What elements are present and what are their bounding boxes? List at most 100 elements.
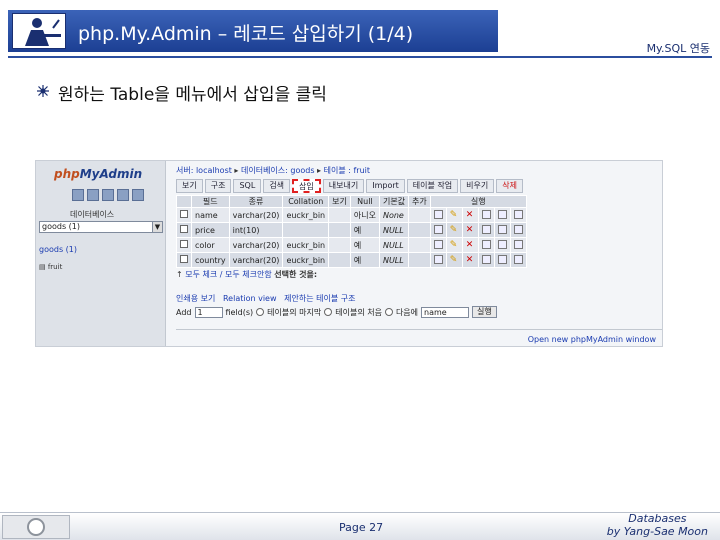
relation-view-link[interactable]: Relation view [223,294,277,303]
db-select[interactable]: goods (1) ▼ [39,221,163,233]
edit-icon[interactable]: ✎ [450,241,459,250]
delete-icon[interactable]: ✕ [466,226,475,235]
row-checkbox[interactable] [180,255,188,263]
after-radio[interactable] [384,308,393,316]
tab-empty[interactable]: 비우기 [460,179,495,193]
add-count-input[interactable]: 1 [194,306,223,318]
chevron-down-icon: ▼ [152,222,162,232]
after-field-select[interactable]: name [421,306,470,318]
col-default: 기본값 [378,195,410,208]
at-start-radio[interactable] [324,308,333,316]
edit-icon[interactable]: ✎ [450,256,459,265]
delete-icon[interactable]: ✕ [466,241,475,250]
page-number: Page 27 [339,521,384,534]
browse-icon[interactable] [433,224,443,234]
tab-bar: 보기 구조 SQL 검색 삽입 내보내기 Import 테이블 작업 비우기 삭… [176,179,523,193]
table-row: name varchar(20) euckr_bin 아니오 None ✎ ✕ [176,207,527,223]
check-all-link[interactable]: 모두 체크 / 모두 체크안함 [185,270,271,279]
breadcrumb: 서버: localhost ▸ 데이터베이스: goods ▸ 테이블 : fr… [176,166,371,175]
delete-icon[interactable]: ✕ [466,211,475,220]
row-checkbox[interactable] [180,225,188,233]
tab-search[interactable]: 검색 [263,179,291,193]
table-link[interactable]: ▤ fruit [39,263,62,271]
university-logo [2,515,70,539]
sql-icon[interactable] [87,189,99,201]
tab-operations[interactable]: 테이블 작업 [406,179,459,193]
slide-title-bar: php.My.Admin – 레코드 삽입하기 (1/4) [8,10,498,52]
col-type: 종류 [228,195,284,208]
index-icon[interactable] [513,209,523,219]
table-row: color varchar(20) euckr_bin 예 NULL ✎ ✕ [176,237,527,253]
bullet-item: 원하는 Table을 메뉴에서 삽입을 클릭 [36,80,327,105]
row-checkbox[interactable] [180,210,188,218]
tab-export[interactable]: 내보내기 [322,179,365,193]
check-all-row: ↑ 모두 체크 / 모두 체크안함 선택한 것을: [176,270,318,279]
bullet-text: 원하는 Table을 메뉴에서 삽입을 클릭 [58,85,327,105]
table-row: price int(10) 예 NULL ✎ ✕ [176,222,527,238]
tab-sql[interactable]: SQL [233,179,262,193]
slide-logo [12,13,66,49]
go-button[interactable]: 실행 [472,306,497,318]
index-icon[interactable] [513,224,523,234]
col-attributes: 보기 [328,195,351,208]
home-icon[interactable] [72,189,84,201]
open-new-window-link[interactable]: Open new phpMyAdmin window [528,335,656,344]
index-icon[interactable] [513,254,523,264]
col-null: Null [349,195,380,208]
tab-import[interactable]: Import [366,179,405,193]
course-label: Databases by Yang-Sae Moon [606,512,708,538]
col-collation: Collation [282,195,330,208]
browse-icon[interactable] [433,254,443,264]
unique-icon[interactable] [497,209,507,219]
browse-icon[interactable] [433,239,443,249]
index-icon[interactable] [513,239,523,249]
add-label: Add [176,307,192,317]
primary-key-icon[interactable] [481,224,491,234]
add-field-row: Add 1 field(s) 테이블의 마지막 테이블의 처음 다음에 name… [176,306,497,318]
docs-icon[interactable] [117,189,129,201]
crumb-server[interactable]: 서버: localhost [176,166,232,175]
primary-key-icon[interactable] [481,254,491,264]
fields-label: field(s) [225,307,254,317]
tab-structure[interactable]: 구조 [204,179,232,193]
table-links-row: 인쇄용 보기 Relation view 제안하는 테이블 구조 [176,293,356,304]
phpmyadmin-screenshot: phpMyAdmin 데이터베이스 goods (1) ▼ goods (1) ▤… [35,160,663,347]
with-selected-label: 선택한 것을: [274,270,318,279]
table-header: 필드 종류 Collation 보기 Null 기본값 추가 실행 [176,195,527,208]
crumb-table[interactable]: 테이블 : fruit [324,166,370,175]
propose-structure-link[interactable]: 제안하는 테이블 구조 [284,294,355,303]
header-divider [8,56,712,58]
tab-drop[interactable]: 삭제 [496,179,523,193]
primary-key-icon[interactable] [481,239,491,249]
section-label: My.SQL 연동 [646,42,710,55]
unique-icon[interactable] [497,239,507,249]
sidebar-icons [72,189,144,201]
edit-icon[interactable]: ✎ [450,211,459,220]
edit-icon[interactable]: ✎ [450,226,459,235]
structure-table: 필드 종류 Collation 보기 Null 기본값 추가 실행 name v… [176,195,527,268]
tab-browse[interactable]: 보기 [176,179,203,193]
col-extra: 추가 [408,195,431,208]
shot-divider [176,329,662,330]
at-end-radio[interactable] [256,308,265,316]
db-label: 데이터베이스 [70,210,115,219]
pma-sidebar: phpMyAdmin 데이터베이스 goods (1) ▼ goods (1) ▤… [36,161,166,346]
reload-icon[interactable] [132,189,144,201]
col-field: 필드 [191,195,230,208]
seal-icon [27,518,45,536]
bullet-icon [36,83,50,102]
unique-icon[interactable] [497,254,507,264]
help-icon[interactable] [102,189,114,201]
col-action: 실행 [429,195,527,208]
table-row: country varchar(20) euckr_bin 예 NULL ✎ ✕ [176,252,527,268]
print-view-link[interactable]: 인쇄용 보기 [176,294,215,303]
browse-icon[interactable] [433,209,443,219]
slide-title: php.My.Admin – 레코드 삽입하기 (1/4) [78,23,414,45]
primary-key-icon[interactable] [481,209,491,219]
tab-insert[interactable]: 삽입 [292,179,321,193]
delete-icon[interactable]: ✕ [466,256,475,265]
unique-icon[interactable] [497,224,507,234]
db-link[interactable]: goods (1) [39,245,77,254]
row-checkbox[interactable] [180,240,188,248]
crumb-database[interactable]: 데이터베이스: goods [241,166,315,175]
